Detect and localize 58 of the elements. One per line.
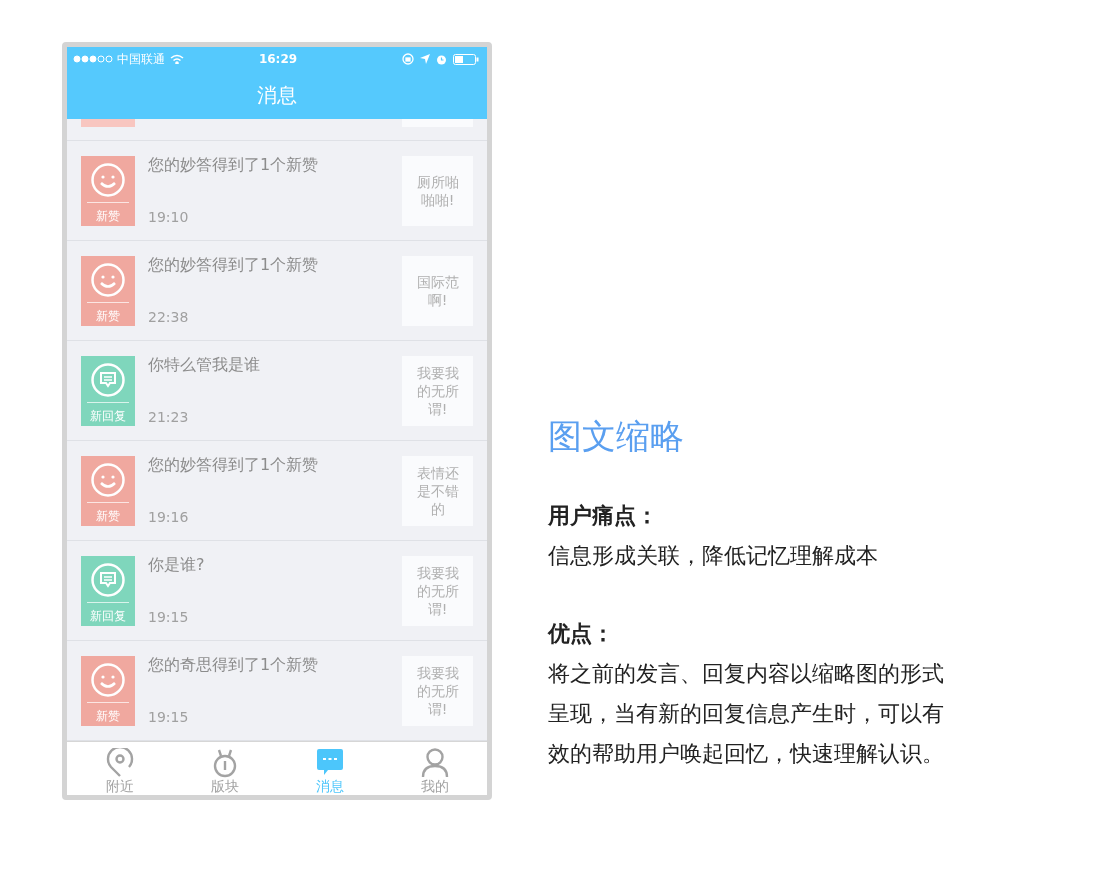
- section-heading: 优点：: [548, 620, 615, 648]
- message-type-label: 新赞: [96, 507, 120, 524]
- message-type-label: 新回复: [90, 407, 126, 424]
- smiley-icon: [90, 261, 126, 298]
- cut-off-thumbnail: [402, 119, 473, 127]
- thumbnail-text: 我要我的无所谓!: [415, 563, 460, 618]
- message-time: 22:38: [148, 307, 190, 326]
- smiley-icon: [90, 661, 126, 698]
- message-text: 您的妙答得到了1个新赞: [148, 253, 320, 276]
- person-icon: [420, 748, 449, 778]
- signal-dots-icon: [73, 55, 113, 63]
- smiley-icon: [90, 461, 126, 498]
- alarm-clock-icon: [436, 53, 447, 65]
- location-pin-icon: [105, 748, 134, 778]
- thumbnail-text: 国际范啊!: [415, 272, 460, 309]
- section-body: 信息形成关联，降低记忆理解成本: [548, 542, 879, 570]
- message-row[interactable]: 新回复 你是谁? 19:15 我要我的无所谓!: [67, 541, 487, 641]
- status-time: 16:29: [258, 51, 298, 68]
- message-type-label: 新赞: [96, 307, 120, 324]
- section-body: 将之前的发言、回复内容以缩略图的形式呈现，当有新的回复信息产生时，可以有效的帮助用户唤起回忆，快速理解认识。: [548, 660, 945, 768]
- message-text: 您的妙答得到了1个新赞: [148, 153, 320, 176]
- message-time: 19:10: [148, 207, 190, 226]
- chat-bubble-icon: [90, 561, 126, 598]
- wifi-icon: [170, 54, 184, 64]
- message-time: 19:16: [148, 507, 190, 526]
- message-type-label: 新回复: [90, 607, 126, 624]
- thumbnail-text: 我要我的无所谓!: [415, 363, 460, 418]
- message-text: 您的奇思得到了1个新赞: [148, 653, 320, 676]
- thumbnail-text: 我要我的无所谓!: [415, 663, 460, 718]
- message-row[interactable]: 新赞 您的妙答得到了1个新赞 19:10 厕所啪啪啪!: [67, 141, 487, 241]
- message-text: 你特么管我是谁: [148, 353, 261, 376]
- message-row[interactable]: 新赞 您的妙答得到了1个新赞 22:38 国际范啊!: [67, 241, 487, 341]
- tab-item[interactable]: 版块: [172, 742, 277, 795]
- message-row[interactable]: 新赞 您的妙答得到了1个新赞 19:16 表情还是不错的: [67, 441, 487, 541]
- rotation-lock-icon: [402, 53, 414, 65]
- message-row[interactable]: 新回复 你特么管我是谁 21:23 我要我的无所谓!: [67, 341, 487, 441]
- message-type-label: 新赞: [96, 207, 120, 224]
- tab-item[interactable]: 我的: [382, 742, 487, 795]
- message-row[interactable]: 新赞 您的奇思得到了1个新赞 19:15 我要我的无所谓!: [67, 641, 487, 741]
- message-time: 19:15: [148, 707, 190, 726]
- smiley-icon: [90, 161, 126, 198]
- carrier-name: 中国联通: [117, 51, 165, 68]
- cut-off-tile: [81, 119, 135, 127]
- section-title: 图文缩略: [548, 415, 685, 458]
- battery-icon: [453, 53, 479, 65]
- tab-item[interactable]: 消息: [277, 742, 382, 795]
- thumbnail-text: 表情还是不错的: [415, 463, 460, 518]
- chat-bubble-icon: [90, 361, 126, 398]
- message-time: 19:15: [148, 607, 190, 626]
- message-time: 21:23: [148, 407, 190, 426]
- tab-item[interactable]: 附近: [67, 742, 172, 795]
- message-text: 您的妙答得到了1个新赞: [148, 453, 320, 476]
- message-text: 你是谁?: [148, 553, 206, 576]
- location-arrow-icon: [420, 54, 430, 64]
- nav-title: 消息: [257, 82, 297, 109]
- section-heading: 用户痛点：: [548, 502, 659, 530]
- message-type-label: 新赞: [96, 707, 120, 724]
- thumbnail-text: 厕所啪啪啪!: [415, 172, 460, 209]
